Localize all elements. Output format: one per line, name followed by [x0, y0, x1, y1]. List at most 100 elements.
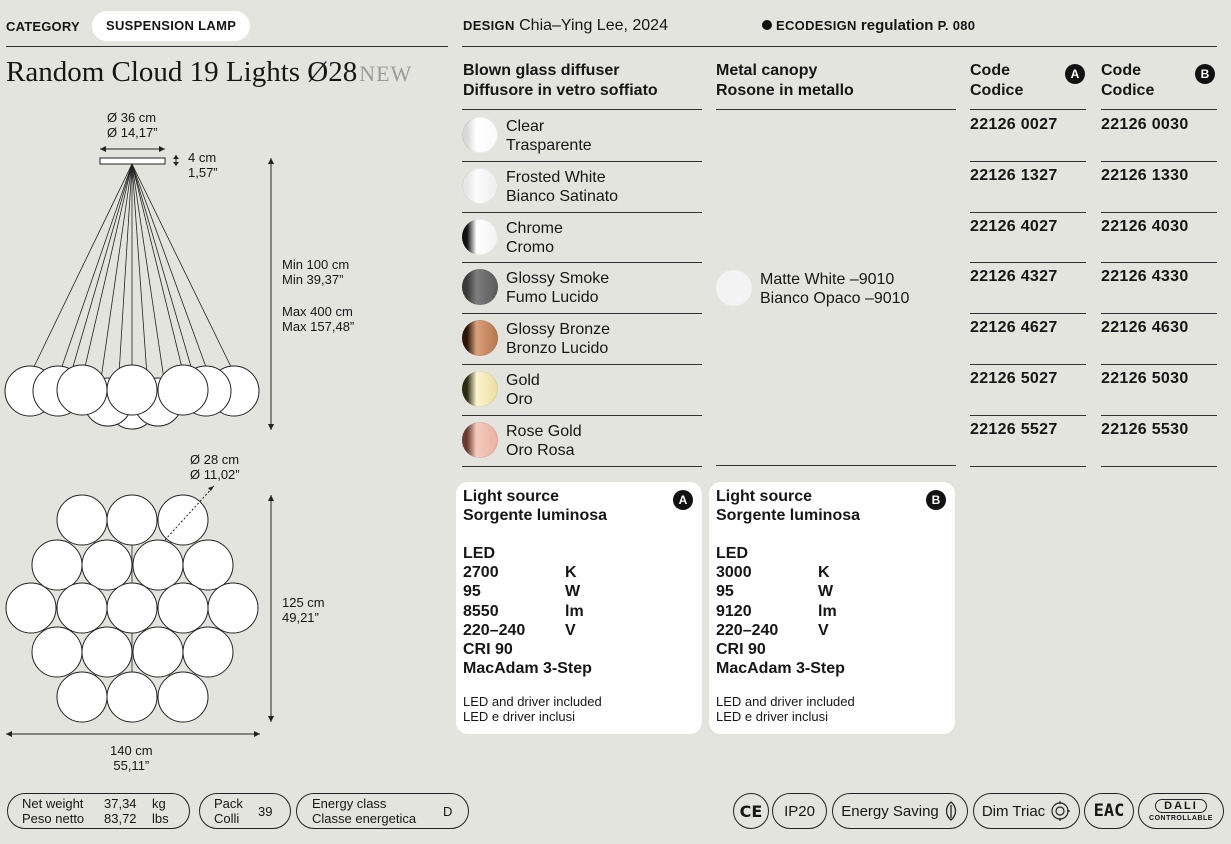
finish-name: Glossy Bronze Bronzo Lucido [506, 321, 611, 358]
row-divider [1101, 465, 1217, 467]
finish-swatch [462, 218, 498, 255]
leaf-icon [945, 801, 956, 821]
cables [29, 163, 236, 392]
spec-row: 220–240 V [463, 621, 576, 639]
finish-swatch [462, 167, 498, 204]
new-badge: NEW [359, 61, 413, 86]
designer-name: Chia–Ying Lee, 2024 [519, 17, 668, 34]
energy-class-pill: Energy class Classe energetica D [296, 793, 469, 829]
code-b-column-header: Code Codice [1101, 62, 1155, 99]
row-divider [970, 414, 1086, 416]
eco-label: ECODESIGN [776, 18, 857, 33]
row-divider [970, 465, 1086, 467]
light-source-card: Light source Sorgente luminosa A LED 2700 K 95… [456, 482, 702, 734]
code-b: 22126 1330 [1101, 166, 1189, 184]
finish-swatch [462, 269, 498, 306]
spec-row: 220–240 V [716, 621, 829, 639]
min-length: Min 100 cm Min 39,37” [282, 257, 350, 287]
ecodesign-note: ECODESIGN regulation P. 080 [762, 17, 975, 34]
row-divider [1101, 211, 1217, 213]
code-a-column-header: Code Codice [970, 62, 1024, 99]
code-a: 22126 4627 [970, 319, 1058, 337]
spec-row: 95 W [716, 583, 834, 601]
code-b: 22126 5030 [1101, 370, 1189, 387]
finish-swatch [462, 371, 498, 407]
finish-name: Rose Gold Oro Rosa [506, 422, 582, 459]
light-source-card: Light source Sorgente luminosa B LED 3000 K 95… [709, 482, 955, 734]
code-a: 22126 1327 [970, 166, 1058, 184]
ip20-badge: IP20 [772, 793, 827, 829]
card-title: Light source Sorgente luminosa [716, 488, 861, 524]
code-b: 22126 5530 [1101, 420, 1189, 438]
spec-row: 9120 lm [716, 602, 837, 620]
card-badge: B [926, 490, 946, 510]
canopy-height: 4 cm 1,57” [188, 150, 218, 180]
driver-note: LED and driver included LED e driver incl… [463, 694, 602, 724]
eco-text: regulation [860, 17, 934, 34]
category-label: CATEGORY [6, 19, 80, 34]
bullet-icon [762, 20, 772, 30]
finish-name: Glossy Smoke Fumo Lucido [506, 270, 610, 307]
finish-swatch [462, 117, 498, 153]
row-divider [970, 364, 1086, 365]
card-badge: A [673, 490, 693, 510]
code-b: 22126 4330 [1101, 268, 1189, 286]
finish-swatch [462, 320, 498, 357]
canopy-swatch [716, 270, 752, 306]
eac-mark-icon: EAC [1084, 793, 1134, 829]
canopy-column-header: Metal canopy Rosone in metallo [716, 62, 854, 99]
max-length: Max 400 cm Max 157,48” [282, 304, 355, 334]
driver-note: LED and driver included LED e driver incl… [716, 694, 855, 724]
row-divider [970, 313, 1086, 315]
code-a: 22126 5027 [970, 370, 1058, 387]
row-divider [1101, 313, 1217, 315]
spec-list: LED 2700 K 95 W 8550 lm 220–240 V CRI 90 MacAdam 3… [463, 544, 693, 678]
finish-swatch [462, 421, 498, 458]
sphere-cluster-side [4, 364, 260, 430]
technical-drawing [4, 146, 274, 737]
eco-page: P. 080 [937, 18, 976, 33]
row-divider [462, 313, 702, 315]
row-divider [970, 262, 1086, 264]
cluster-width: 140 cm 55,11” [110, 743, 153, 773]
dimmer-icon [1051, 801, 1071, 821]
row-divider [462, 262, 702, 264]
row-divider [1101, 414, 1217, 416]
row-divider [1101, 160, 1217, 162]
pack-pill: Pack Colli 39 [199, 793, 291, 829]
row-divider [462, 364, 702, 365]
canopy-diameter: Ø 36 cm Ø 14,17” [107, 110, 158, 140]
diffuser-column-header: Blown glass diffuser Diffusore in vetro … [463, 62, 658, 99]
row-divider [462, 414, 702, 416]
finish-name: Gold Oro [506, 372, 540, 408]
dim-triac-badge: Dim Triac [973, 793, 1080, 829]
finish-name: Chrome Cromo [506, 219, 563, 256]
spec-row: 8550 lm [463, 602, 584, 620]
code-a: 22126 5527 [970, 420, 1058, 438]
row-divider [970, 211, 1086, 213]
designer-credit: DESIGN Chia–Ying Lee, 2024 [463, 17, 668, 35]
badge-b: B [1195, 64, 1215, 84]
row-divider [462, 465, 702, 467]
card-title: Light source Sorgente luminosa [463, 488, 608, 524]
cluster-height: 125 cm 49,21” [282, 595, 325, 625]
energy-saving-badge: Energy Saving [832, 793, 968, 829]
row-divider [462, 160, 702, 162]
canopy-finish-name: Matte White –9010 Bianco Opaco –9010 [760, 271, 910, 307]
code-b: 22126 0030 [1101, 116, 1189, 133]
code-b: 22126 4030 [1101, 217, 1189, 235]
row-divider [1101, 262, 1217, 264]
code-a: 22126 4327 [970, 268, 1058, 286]
finish-name: Frosted White Bianco Satinato [506, 168, 619, 205]
row-divider [970, 160, 1086, 162]
badge-a: A [1065, 64, 1085, 84]
row-divider [1101, 364, 1217, 365]
sphere-diameter: Ø 28 cm Ø 11,02” [190, 452, 240, 482]
product-title: Random Cloud 19 Lights Ø28NEW [6, 56, 412, 89]
spec-row: 2700 K [463, 564, 577, 582]
header-rule-left [6, 46, 448, 47]
design-label: DESIGN [463, 18, 515, 33]
code-a: 22126 4027 [970, 217, 1058, 235]
spec-row: 3000 K [716, 564, 830, 582]
weight-pill: Net weight Peso netto 37,34 83,72 kg lbs [7, 793, 190, 829]
